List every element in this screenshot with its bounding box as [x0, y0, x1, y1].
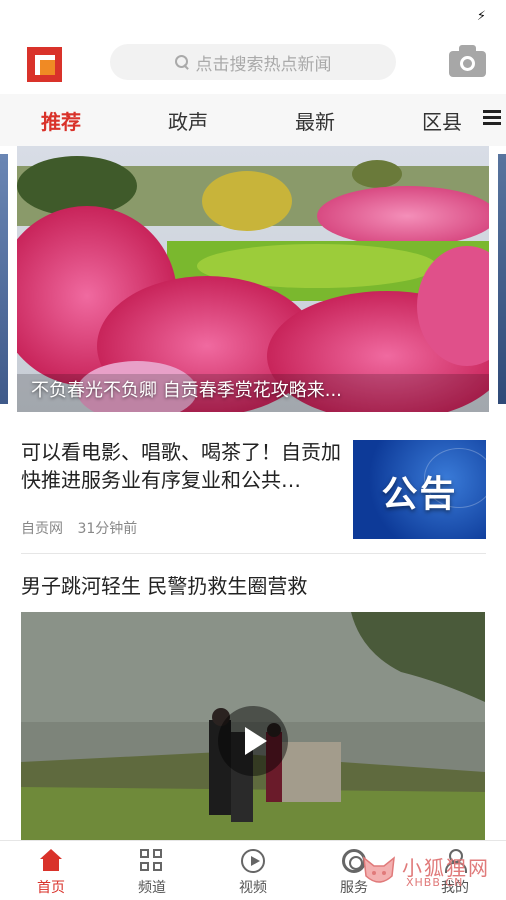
carousel-caption: 不负春光不负卿 自贡春季赏花攻略来...: [31, 380, 342, 401]
headline-carousel[interactable]: 不负春光不负卿 自贡春季赏花攻略来...: [0, 146, 506, 412]
watermark: 小狐狸网 XHBB.CN: [360, 850, 500, 894]
flower-field-image: [17, 146, 489, 412]
tab-latest[interactable]: 最新: [295, 106, 335, 135]
nav-video[interactable]: 视频: [223, 849, 283, 897]
nav-video-label: 视频: [239, 880, 267, 896]
search-bar[interactable]: 点击搜索热点新闻: [110, 44, 396, 80]
tab-recommend[interactable]: 推荐: [41, 106, 81, 135]
video-news-title[interactable]: 男子跳河轻生 民警扔救生圈营救: [21, 570, 307, 599]
play-circle-icon: [241, 849, 265, 873]
news-thumbnail: 公告: [353, 440, 486, 539]
tab-districts[interactable]: 区县: [422, 106, 462, 135]
play-button[interactable]: [218, 706, 288, 776]
carousel-next-slide[interactable]: [498, 154, 506, 404]
search-icon: [174, 54, 190, 70]
news-title: 可以看电影、唱歌、喝茶了！自贡加快推进服务业有序复业和公共…: [21, 440, 341, 492]
watermark-domain: XHBB.CN: [406, 876, 464, 889]
carousel-prev-slide[interactable]: [0, 154, 8, 404]
news-source: 自贡网: [21, 521, 63, 537]
nav-home[interactable]: 首页: [21, 849, 81, 897]
nav-channels-label: 频道: [138, 880, 166, 896]
app-logo-icon[interactable]: [27, 47, 62, 82]
channel-tabs: 推荐 政声 最新 区县: [0, 94, 506, 146]
news-meta: 自贡网 31分钟前: [21, 518, 137, 538]
fox-logo-icon: [363, 856, 395, 883]
grid-icon: [140, 849, 164, 873]
news-time: 31分钟前: [77, 521, 138, 537]
home-icon: [39, 849, 63, 873]
nav-home-label: 首页: [37, 880, 65, 896]
tab-politics[interactable]: 政声: [168, 106, 208, 135]
charging-icon: ⚡: [476, 9, 486, 24]
video-thumbnail[interactable]: [21, 612, 485, 840]
menu-icon[interactable]: [483, 110, 501, 126]
news-item[interactable]: 可以看电影、唱歌、喝茶了！自贡加快推进服务业有序复业和公共… 自贡网 31分钟前…: [21, 438, 486, 554]
search-placeholder: 点击搜索热点新闻: [195, 54, 332, 75]
camera-icon[interactable]: [449, 45, 486, 77]
carousel-slide[interactable]: 不负春光不负卿 自贡春季赏花攻略来...: [17, 146, 489, 412]
notice-label: 公告: [381, 474, 458, 515]
status-bar: ⚡: [0, 0, 506, 34]
app-header: 点击搜索热点新闻: [0, 34, 506, 94]
nav-channels[interactable]: 频道: [122, 849, 182, 897]
